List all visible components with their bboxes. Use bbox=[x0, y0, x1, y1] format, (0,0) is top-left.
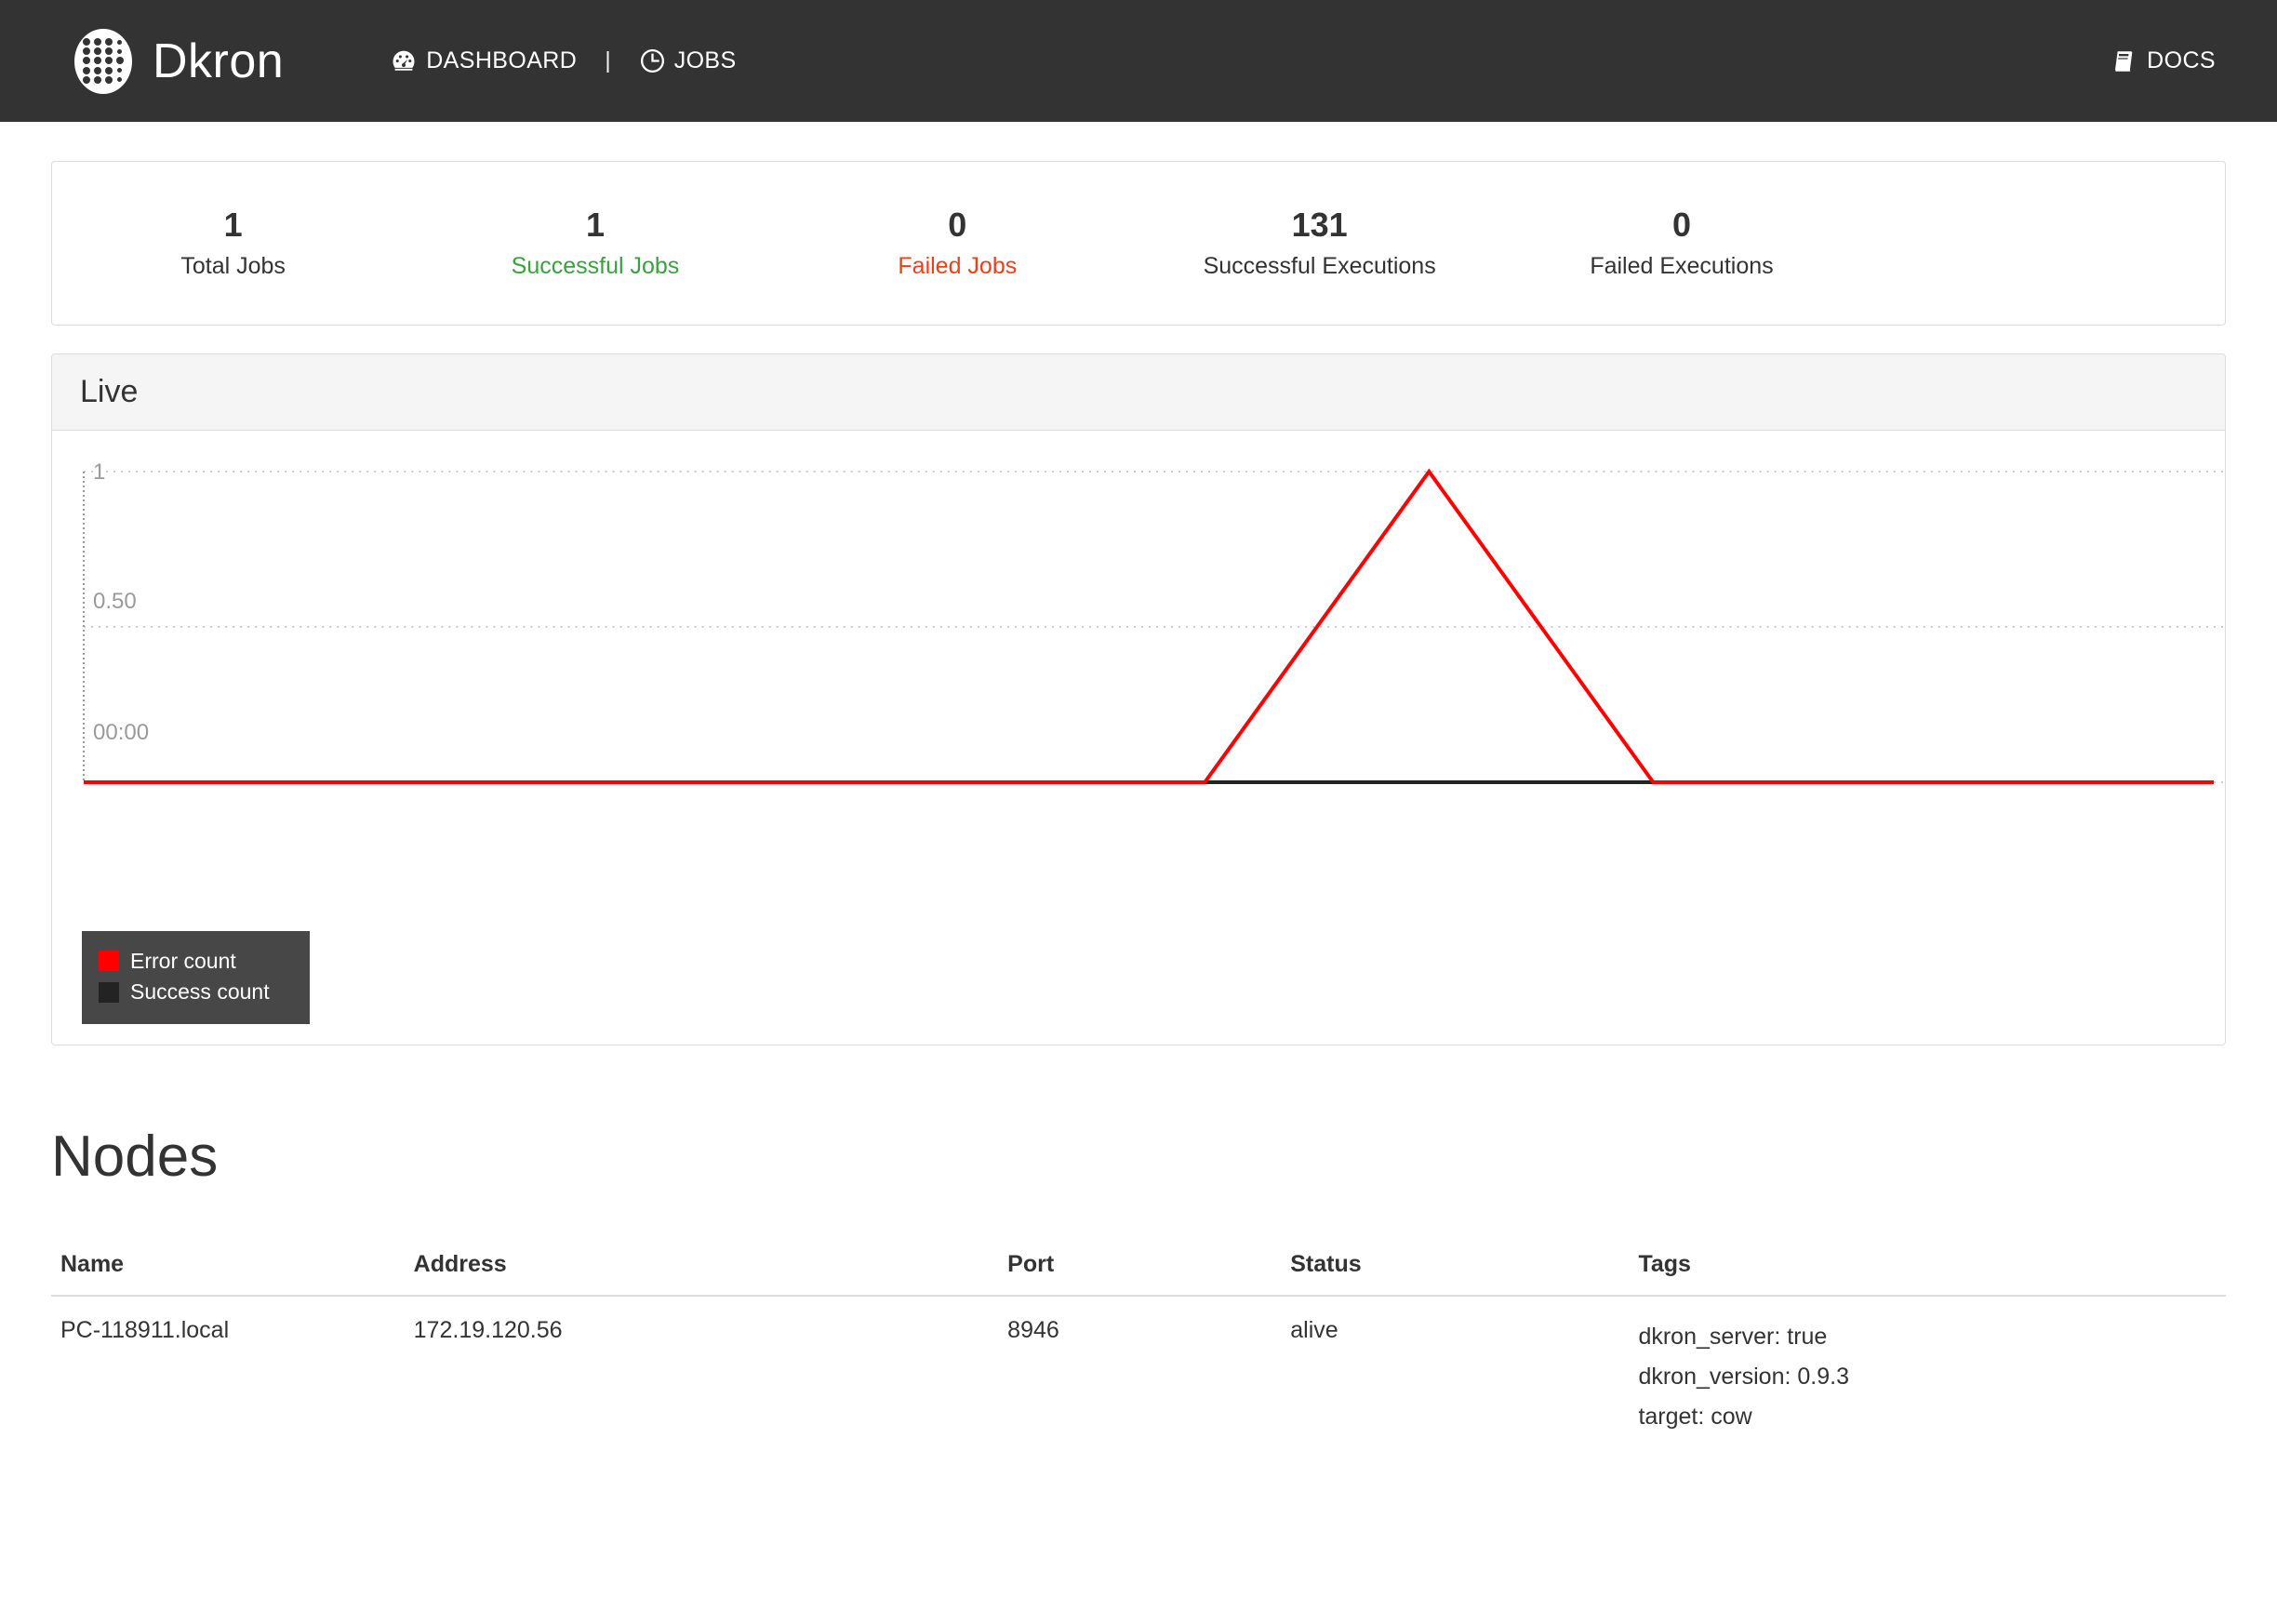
nav-separator: | bbox=[605, 47, 611, 73]
brand-link[interactable]: Dkron bbox=[74, 28, 285, 94]
stat-successful-executions: 131 Successful Executions bbox=[1138, 206, 1500, 281]
stat-successful-jobs-label: Successful Jobs bbox=[511, 253, 680, 280]
top-navbar: Dkron DASHBOARD | JOBS DOCS bbox=[0, 0, 2277, 122]
stat-failed-jobs-value: 0 bbox=[948, 205, 967, 244]
cell-node-name: PC-118911.local bbox=[60, 1316, 230, 1343]
nav-right: DOCS bbox=[2107, 42, 2219, 81]
stat-successful-executions-value: 131 bbox=[1291, 205, 1348, 244]
tag-item: dkron_server: true bbox=[1638, 1323, 1828, 1350]
stat-successful-executions-label: Successful Executions bbox=[1203, 253, 1436, 280]
nav-link-dashboard[interactable]: DASHBOARD bbox=[386, 42, 580, 81]
column-header-tags: Tags bbox=[1638, 1235, 2226, 1297]
chart-legend: Error count Success count bbox=[82, 930, 310, 1025]
nodes-table-header-row: Name Address Port Status Tags bbox=[51, 1235, 2226, 1297]
stat-total-jobs: 1 Total Jobs bbox=[52, 206, 414, 281]
nav-link-jobs-label: JOBS bbox=[673, 47, 737, 73]
live-panel-body: 1 0.50 00:00 Error count Success count bbox=[52, 431, 2225, 1045]
stat-total-jobs-label: Total Jobs bbox=[180, 253, 286, 280]
tag-item: dkron_version: 0.9.3 bbox=[1638, 1363, 1849, 1390]
stat-total-jobs-value: 1 bbox=[223, 205, 243, 244]
live-panel-title: Live bbox=[80, 374, 139, 409]
legend-item-success-count: Success count bbox=[99, 977, 289, 1007]
stat-failed-executions-label: Failed Executions bbox=[1590, 253, 1774, 280]
column-header-address: Address bbox=[413, 1235, 1008, 1297]
chart-ytick-top: 1 bbox=[93, 459, 105, 485]
legend-label-success-count: Success count bbox=[130, 979, 270, 1005]
column-header-port: Port bbox=[1007, 1235, 1291, 1297]
stat-successful-jobs: 1 Successful Jobs bbox=[414, 206, 776, 281]
nav-links: DASHBOARD | JOBS bbox=[386, 42, 739, 81]
stats-card: 1 Total Jobs 1 Successful Jobs 0 Failed … bbox=[51, 161, 2226, 326]
dkron-dots-logo-icon bbox=[74, 28, 132, 94]
live-chart: 1 0.50 00:00 bbox=[52, 431, 2225, 1045]
legend-label-error-count: Error count bbox=[130, 948, 236, 973]
speedometer-icon bbox=[390, 47, 418, 75]
stat-successful-jobs-value: 1 bbox=[585, 205, 605, 244]
column-header-name: Name bbox=[51, 1235, 414, 1297]
legend-swatch-error-count bbox=[99, 951, 119, 972]
column-header-status: Status bbox=[1290, 1235, 1639, 1297]
stat-failed-jobs-label: Failed Jobs bbox=[898, 253, 1018, 280]
nav-link-docs-label: DOCS bbox=[2147, 47, 2216, 73]
nodes-table-head: Name Address Port Status Tags bbox=[51, 1235, 2226, 1297]
clock-icon bbox=[639, 47, 666, 74]
page-container: 1 Total Jobs 1 Successful Jobs 0 Failed … bbox=[0, 161, 2277, 1458]
legend-swatch-success-count bbox=[99, 981, 119, 1003]
book-icon bbox=[2111, 47, 2138, 75]
stat-failed-executions: 0 Failed Executions bbox=[1500, 206, 1862, 281]
live-panel-heading: Live bbox=[52, 354, 2225, 432]
live-chart-svg: 1 0.50 00:00 bbox=[83, 459, 2225, 785]
cell-node-status: alive bbox=[1290, 1316, 1338, 1343]
legend-item-error-count: Error count bbox=[99, 946, 289, 977]
live-panel: Live 1 0.50 00:00 Error count Success co… bbox=[51, 353, 2226, 1046]
nodes-table-body: PC-118911.local 172.19.120.56 8946 alive… bbox=[51, 1296, 2226, 1458]
tag-item: target: cow bbox=[1638, 1403, 1752, 1430]
chart-gridlines bbox=[84, 471, 2225, 784]
cell-node-tags: dkron_server: true dkron_version: 0.9.3 … bbox=[1638, 1296, 2226, 1458]
cell-node-address: 172.19.120.56 bbox=[413, 1316, 563, 1343]
table-row: PC-118911.local 172.19.120.56 8946 alive… bbox=[51, 1296, 2226, 1458]
chart-xtick-0: 00:00 bbox=[93, 720, 149, 745]
nav-link-docs[interactable]: DOCS bbox=[2107, 42, 2219, 81]
nav-link-dashboard-label: DASHBOARD bbox=[426, 47, 578, 73]
brand-name: Dkron bbox=[153, 33, 285, 88]
nav-link-jobs[interactable]: JOBS bbox=[635, 42, 740, 80]
stat-failed-jobs: 0 Failed Jobs bbox=[777, 206, 1138, 281]
chart-ytick-half: 0.50 bbox=[93, 589, 137, 614]
cell-node-port: 8946 bbox=[1007, 1316, 1059, 1343]
nodes-table: Name Address Port Status Tags PC-118911.… bbox=[51, 1235, 2226, 1458]
nodes-title: Nodes bbox=[51, 1125, 219, 1190]
stat-failed-executions-value: 0 bbox=[1671, 205, 1691, 244]
